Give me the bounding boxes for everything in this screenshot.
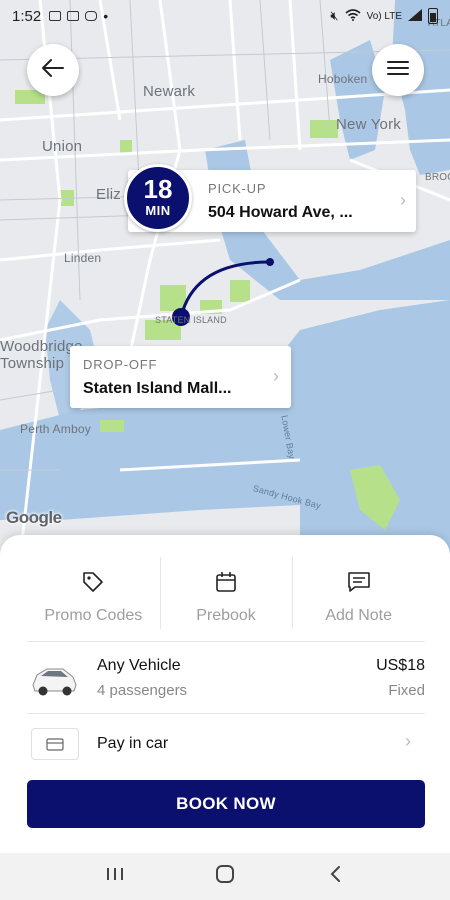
- pickup-card[interactable]: 18 MIN PICK-UP 504 Howard Ave, ... ›: [124, 164, 416, 232]
- add-note-label: Add Note: [325, 607, 393, 624]
- options-row: Promo Codes Prebook Add Note: [27, 553, 425, 639]
- book-now-button[interactable]: BOOK NOW: [27, 780, 425, 828]
- car-icon: [29, 657, 79, 701]
- signal-icon: [408, 8, 422, 24]
- dropoff-address: Staten Island Mall...: [83, 380, 232, 397]
- divider: [27, 713, 425, 714]
- map-label-staten-island: STATEN ISLAND: [155, 315, 227, 325]
- pickup-label: PICK-UP: [208, 181, 267, 196]
- chevron-right-icon: ›: [273, 366, 279, 386]
- map-label-new-york: New York: [336, 116, 401, 133]
- booking-sheet: Promo Codes Prebook Add Note Any Vehicle: [0, 535, 450, 853]
- status-time: 1:52: [12, 7, 42, 25]
- network-label: Vo) LTE: [366, 10, 402, 22]
- menu-button[interactable]: [372, 44, 424, 96]
- system-back-button[interactable]: [315, 862, 355, 892]
- map-label-perth-amboy: Perth Amboy: [20, 422, 91, 436]
- map-label-township: Township: [0, 355, 65, 372]
- pickup-marker: [266, 258, 274, 266]
- promo-codes-label: Promo Codes: [44, 607, 143, 624]
- recent-apps-button[interactable]: [95, 862, 135, 892]
- credit-card-icon: [31, 728, 79, 760]
- add-note-button[interactable]: Add Note: [292, 553, 425, 639]
- map-label-linden: Linden: [64, 251, 102, 265]
- pickup-address: 504 Howard Ave, ...: [208, 204, 353, 221]
- promo-codes-button[interactable]: Promo Codes: [27, 553, 160, 639]
- map-label-union: Union: [42, 138, 83, 155]
- prebook-button[interactable]: Prebook: [159, 553, 293, 639]
- map-label-newark: Newark: [143, 83, 196, 100]
- mail-icon: [67, 11, 80, 21]
- dropoff-label: DROP-OFF: [83, 357, 158, 372]
- recent-apps-icon: [106, 866, 124, 887]
- instagram-icon: [85, 11, 98, 21]
- tag-icon: [81, 567, 105, 597]
- map-label-hoboken: Hoboken: [318, 72, 368, 86]
- vehicle-passengers: 4 passengers: [97, 682, 188, 699]
- divider: [27, 641, 425, 642]
- message-icon: [346, 567, 372, 597]
- prebook-label: Prebook: [196, 607, 256, 624]
- vehicle-selector[interactable]: Any Vehicle 4 passengers US$18 Fixed: [27, 653, 425, 713]
- chevron-left-icon: [329, 865, 341, 888]
- mute-icon: 🔇︎: [330, 8, 339, 23]
- wifi-icon: [345, 8, 361, 24]
- eta-unit: MIN: [145, 203, 171, 218]
- eta-number: 18: [143, 174, 173, 204]
- google-logo: Google: [6, 508, 62, 527]
- map-label-brooklyn: BROO: [425, 172, 450, 183]
- calendar-icon: [214, 567, 238, 597]
- dropoff-card[interactable]: DROP-OFF Staten Island Mall... ›: [70, 346, 291, 408]
- arrow-left-icon: [42, 58, 64, 82]
- hamburger-menu-icon: [387, 60, 409, 81]
- back-button[interactable]: [27, 44, 79, 96]
- chevron-right-icon: ›: [400, 190, 406, 210]
- home-icon: [215, 864, 235, 889]
- dot-icon: •: [103, 8, 109, 24]
- home-button[interactable]: [205, 862, 245, 892]
- map-label-elizabeth: Eliz: [96, 186, 121, 203]
- system-nav-bar: [0, 853, 450, 900]
- payment-label: Pay in car: [97, 735, 169, 752]
- chevron-right-icon: ›: [405, 731, 411, 751]
- fare-type: Fixed: [388, 682, 425, 699]
- payment-method-selector[interactable]: Pay in car ›: [27, 725, 425, 767]
- battery-icon: [428, 8, 438, 24]
- eta-badge: 18 MIN: [124, 164, 192, 232]
- fare-price: US$18: [376, 657, 425, 674]
- vehicle-name: Any Vehicle: [97, 657, 181, 674]
- image-icon: [49, 11, 62, 21]
- status-bar: 1:52 • 🔇︎ Vo) LTE: [0, 0, 450, 32]
